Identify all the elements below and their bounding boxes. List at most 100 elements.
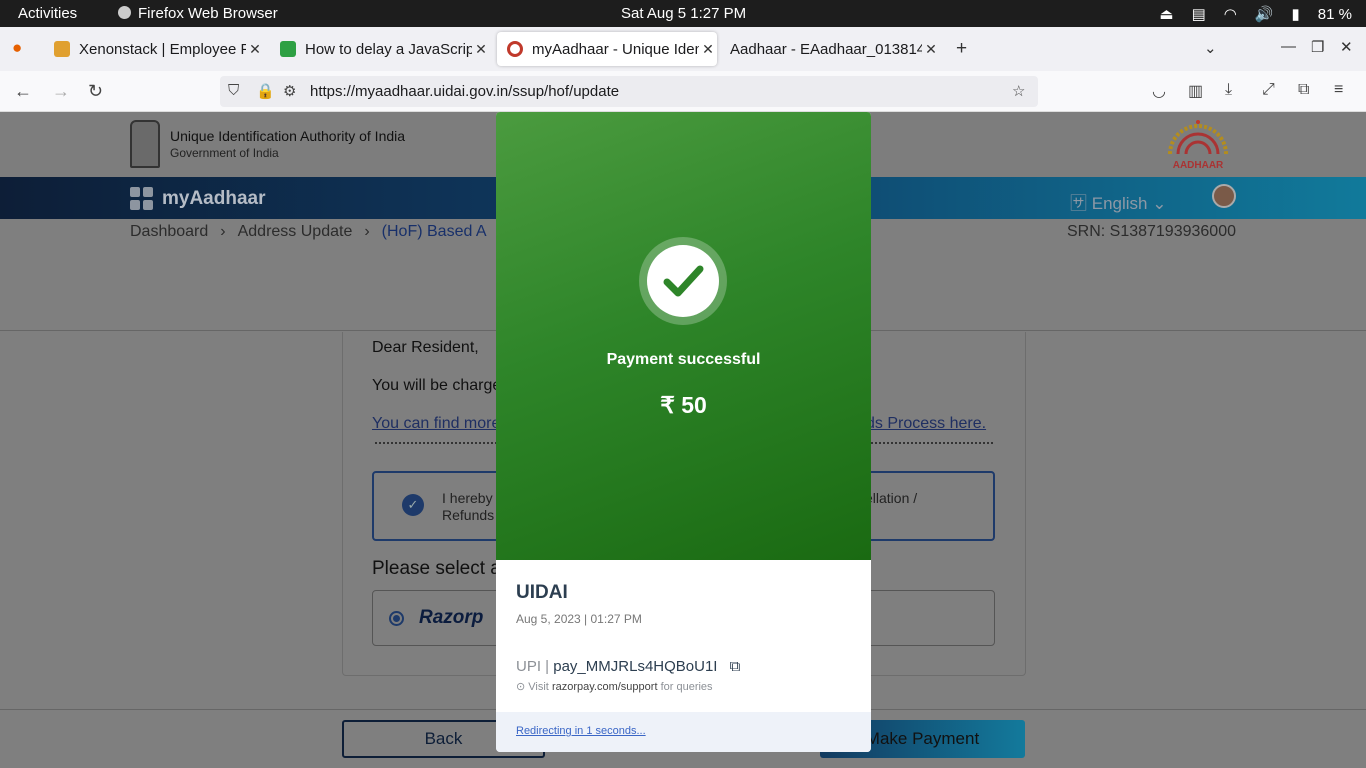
charge-text: You will be charge <box>372 377 502 394</box>
clock[interactable]: Sat Aug 5 1:27 PM <box>621 5 746 22</box>
breadcrumb-address-update[interactable]: Address Update <box>238 223 353 240</box>
browser-tab-bar: ● Xenonstack | Employee F ✕ How to delay… <box>0 27 1366 71</box>
battery-icon[interactable]: ▮ <box>1292 5 1300 23</box>
close-window-icon[interactable]: ✕ <box>1340 38 1353 56</box>
tab-delay-javascript[interactable]: How to delay a JavaScrip ✕ <box>270 32 490 66</box>
breadcrumb: Dashboard › Address Update › (HoF) Based A <box>130 223 487 241</box>
back-arrow-icon[interactable]: ← <box>14 81 32 102</box>
success-panel: Payment successful ₹ 50 <box>496 112 871 560</box>
tab-xenonstack[interactable]: Xenonstack | Employee F ✕ <box>44 32 264 66</box>
tab-title: Aadhaar - EAadhaar_013814 <box>730 40 922 58</box>
refund-process-link[interactable]: ds Process here. <box>866 415 986 433</box>
payment-status: Payment successful <box>606 351 761 368</box>
tab-title: Xenonstack | Employee F <box>79 40 246 58</box>
reader-view-icon[interactable]: ▥ <box>1188 81 1203 101</box>
wifi-icon[interactable]: ◠ <box>1224 5 1237 23</box>
browser-nav-bar: ← → ↻ ⛉ 🔒 ⚙ https://myaadhaar.uidai.gov.… <box>0 71 1366 112</box>
payment-id[interactable]: pay_MMJRLs4HQBoU1I <box>553 658 717 675</box>
volume-icon[interactable]: 🔊 <box>1255 5 1274 23</box>
activities-button[interactable]: Activities <box>18 5 77 22</box>
eject-icon[interactable]: ⏏ <box>1159 5 1173 23</box>
checkmark-icon <box>663 265 704 297</box>
chevron-down-icon: ⌄ <box>1152 194 1167 213</box>
clipboard-icon[interactable]: ▤ <box>1192 5 1206 23</box>
forward-arrow-icon[interactable]: → <box>52 81 70 102</box>
lock-icon[interactable]: 🔒 <box>256 82 275 100</box>
greeting-text: Dear Resident, <box>372 339 479 356</box>
close-tab-icon[interactable]: ✕ <box>922 41 940 58</box>
chevron-right-icon: › <box>220 223 226 240</box>
app-menu[interactable]: Firefox Web Browser <box>118 5 278 22</box>
permissions-icon[interactable]: ⚙ <box>283 82 296 100</box>
close-tab-icon[interactable]: ✕ <box>472 41 490 58</box>
payment-details: UPI | pay_MMJRLs4HQBoU1I ⧉ <box>516 658 741 675</box>
merchant-name: UIDAI <box>516 582 568 603</box>
payment-datetime: Aug 5, 2023 | 01:27 PM <box>516 612 642 626</box>
org-name: Unique Identification Authority of India <box>170 128 406 144</box>
org-subtitle: Government of India <box>170 146 279 160</box>
redirect-bar: Redirecting in 1 seconds... <box>496 712 871 752</box>
aadhaar-favicon-icon <box>507 41 523 57</box>
url-text[interactable]: https://myaadhaar.uidai.gov.in/ssup/hof/… <box>310 83 619 100</box>
breadcrumb-current: (HoF) Based A <box>381 223 487 240</box>
apps-grid-icon[interactable] <box>130 187 154 211</box>
language-selector[interactable]: 🈂 English ⌄ <box>1070 189 1166 214</box>
close-tab-icon[interactable]: ✕ <box>699 41 717 58</box>
bookmark-star-icon[interactable]: ☆ <box>1012 82 1025 100</box>
support-prefix: Visit <box>528 681 549 693</box>
downloads-icon[interactable]: ⤓ <box>1225 81 1232 99</box>
info-icon: ⊙ <box>516 681 526 693</box>
srn-number: SRN: S1387193936000 <box>1066 223 1236 240</box>
consent-text: I hereby c <box>442 490 504 506</box>
xenonstack-favicon-icon <box>54 41 70 57</box>
tab-eaadhaar[interactable]: Aadhaar - EAadhaar_013814 ✕ <box>720 32 940 66</box>
payment-method: UPI <box>516 658 542 675</box>
pocket-icon[interactable]: ◡ <box>1152 81 1166 101</box>
aadhaar-logo-icon: AADHAAR <box>1168 120 1228 170</box>
select-gateway-heading: Please select a <box>372 558 501 579</box>
success-circle <box>647 245 719 317</box>
support-link[interactable]: razorpay.com/support <box>552 681 658 693</box>
translate-icon: 🈂 <box>1070 194 1092 213</box>
system-tray[interactable]: ⏏ ▤ ◠ 🔊 ▮ 81 % <box>1159 5 1352 24</box>
gateway-radio[interactable] <box>389 611 404 626</box>
firefox-view-icon[interactable]: ● <box>12 38 22 58</box>
success-ring <box>639 237 727 325</box>
redirect-link[interactable]: Redirecting in 1 seconds... <box>516 725 646 737</box>
razorpay-logo: Razorp <box>419 607 484 628</box>
brand-title[interactable]: myAadhaar <box>162 188 266 210</box>
close-tab-icon[interactable]: ✕ <box>246 41 264 58</box>
minimize-icon[interactable]: — <box>1281 38 1296 55</box>
app-name: Firefox Web Browser <box>138 5 278 22</box>
chevron-right-icon: › <box>364 223 370 240</box>
system-top-bar: Activities Firefox Web Browser Sat Aug 5… <box>0 0 1366 27</box>
shield-icon[interactable]: ⛉ <box>228 82 239 99</box>
avatar[interactable] <box>1212 184 1236 208</box>
battery-level: 81 % <box>1317 5 1352 23</box>
new-tab-icon[interactable]: + <box>956 38 967 60</box>
payment-amount: ₹ 50 <box>660 392 707 418</box>
stack-favicon-icon <box>280 41 296 57</box>
svg-text:AADHAAR: AADHAAR <box>1173 160 1224 170</box>
breadcrumb-dashboard[interactable]: Dashboard <box>130 223 208 240</box>
language-label: English <box>1091 194 1148 213</box>
tab-title: myAadhaar - Unique Iden <box>532 40 699 58</box>
consent-text-line2: Refunds <box>442 507 495 523</box>
menu-icon[interactable]: ≡ <box>1334 81 1343 99</box>
refund-info-link[interactable]: You can find more <box>372 415 500 433</box>
tab-myaadhaar[interactable]: myAadhaar - Unique Iden ✕ <box>497 32 717 66</box>
support-note: ⊙ Visit razorpay.com/support for queries <box>516 680 713 693</box>
url-bar[interactable]: ⛉ 🔒 ⚙ https://myaadhaar.uidai.gov.in/ssu… <box>220 76 1038 107</box>
tab-list-chevron-icon[interactable]: ⌄ <box>1204 39 1217 57</box>
reload-icon[interactable]: ↻ <box>88 81 103 102</box>
support-suffix: for queries <box>660 681 713 693</box>
firefox-icon <box>118 6 131 19</box>
copy-icon[interactable]: ⧉ <box>730 658 741 675</box>
fullscreen-icon[interactable]: ⤢ <box>1262 81 1275 99</box>
payment-success-modal: Payment successful ₹ 50 UIDAI Aug 5, 202… <box>496 112 871 752</box>
maximize-icon[interactable]: ❐ <box>1311 38 1324 56</box>
extensions-icon[interactable]: ⧉ <box>1298 81 1309 99</box>
consent-checkbox[interactable]: ✓ <box>402 494 424 516</box>
national-emblem-icon <box>130 120 160 168</box>
tab-title: How to delay a JavaScrip <box>305 40 472 58</box>
